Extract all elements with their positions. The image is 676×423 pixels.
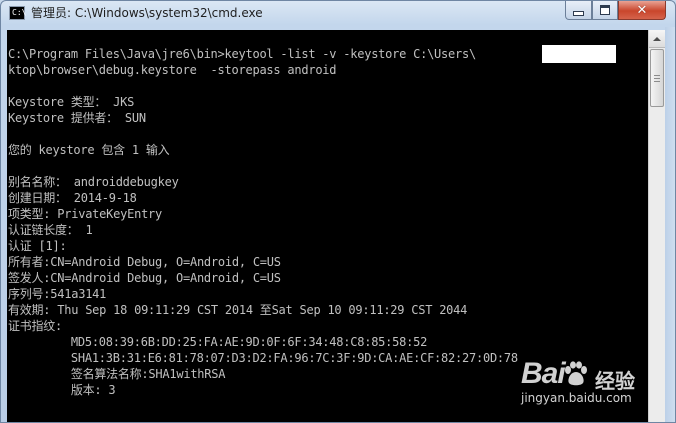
grip-line [654, 78, 660, 79]
console-line: 版本: 3 [8, 383, 116, 397]
grip-line [654, 81, 660, 82]
console-line: 序列号:541a3141 [8, 287, 107, 301]
console-line: 认证链长度： 1 [8, 223, 93, 237]
console-line: 有效期: Thu Sep 18 09:11:29 CST 2014 至Sat S… [8, 303, 468, 317]
scroll-up-arrow-icon [653, 36, 661, 41]
close-button[interactable]: ✕ [618, 1, 666, 20]
console-line: Keystore 提供者： SUN [8, 111, 146, 125]
console-line: 您的 keystore 包含 1 输入 [8, 143, 170, 157]
watermark-text: 经验 [595, 369, 635, 393]
window-title: 管理员: C:\Windows\system32\cmd.exe [31, 6, 263, 20]
scrollbar-thumb[interactable] [650, 49, 664, 107]
watermark-url: jingyan.baidu.com [521, 391, 632, 405]
baidu-paw-icon [565, 361, 587, 386]
console-line: 认证 [1]: [8, 239, 67, 253]
console-line: 创建日期： 2014-9-18 [8, 191, 137, 205]
app-icon-label: C:\ [12, 8, 27, 17]
minimize-icon [573, 10, 584, 16]
console-line: 别名名称： androiddebugkey [8, 175, 179, 189]
grip-line [654, 75, 660, 76]
scroll-up-button[interactable] [649, 30, 665, 48]
close-icon: ✕ [636, 2, 648, 18]
maximize-icon [600, 5, 610, 15]
cmd-app-icon[interactable]: C:\ [9, 6, 27, 20]
console-line: ktop\browser\debug.keystore -storepass a… [8, 63, 337, 77]
console-line: 项类型: PrivateKeyEntry [8, 207, 163, 221]
watermark-logo: Bai [521, 357, 566, 390]
console-line: SHA1:3B:31:E6:81:78:07:D3:D2:FA:96:7C:3F… [8, 351, 518, 365]
console-line: 证书指纹: [8, 319, 63, 333]
console-line: C:\Program Files\Java\jre6\bin>keytool -… [8, 47, 574, 61]
minimize-button[interactable] [565, 1, 592, 20]
cmd-window: C:\ 管理员: C:\Windows\system32\cmd.exe ✕ C… [0, 0, 676, 423]
maximize-button[interactable] [592, 1, 618, 20]
console-line: Keystore 类型： JKS [8, 95, 135, 109]
console-line: 签名算法名称:SHA1withRSA [8, 367, 226, 381]
console-line: MD5:08:39:6B:DD:25:FA:AE:9D:0F:6F:34:48:… [8, 335, 428, 349]
redaction-box [542, 45, 616, 63]
console-line: 签发人:CN=Android Debug, O=Android, C=US [8, 271, 281, 285]
baidu-jingyan-watermark: Bai 经验 jingyan.baidu.com [521, 353, 671, 413]
console-line: 所有者:CN=Android Debug, O=Android, C=US [8, 255, 281, 269]
